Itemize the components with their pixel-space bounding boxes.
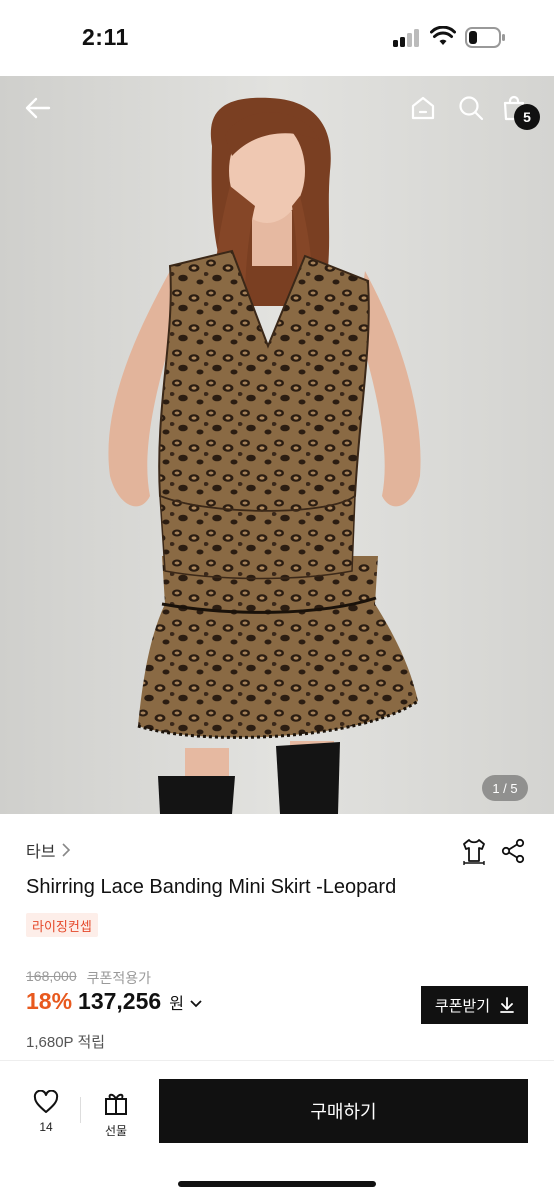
buy-button[interactable]: 구매하기 bbox=[159, 1079, 528, 1143]
back-button[interactable] bbox=[20, 90, 56, 126]
product-title: Shirring Lace Banding Mini Skirt -Leopar… bbox=[26, 876, 397, 898]
download-coupon-button[interactable]: 쿠폰받기 bbox=[421, 986, 528, 1024]
wifi-icon bbox=[430, 26, 456, 45]
share-button[interactable] bbox=[498, 836, 528, 866]
like-count: 14 bbox=[39, 1120, 53, 1134]
size-guide-button[interactable] bbox=[459, 836, 489, 866]
product-tag: 라이징컨셉 bbox=[26, 913, 98, 937]
brand-link[interactable]: 타브 bbox=[26, 838, 71, 862]
chevron-right-icon bbox=[62, 843, 71, 857]
battery-low-icon bbox=[465, 27, 505, 48]
divider bbox=[80, 1097, 81, 1123]
home-icon bbox=[411, 96, 435, 120]
sale-price: 137,256 bbox=[78, 988, 162, 1014]
gift-button[interactable]: 선물 bbox=[96, 1090, 136, 1139]
arrow-left-icon bbox=[25, 97, 51, 119]
home-button[interactable] bbox=[405, 90, 441, 126]
download-icon bbox=[500, 997, 514, 1013]
search-button[interactable] bbox=[453, 90, 489, 126]
currency: 원 bbox=[169, 996, 184, 1013]
product-image-gallery[interactable] bbox=[0, 76, 554, 814]
tshirt-measure-icon bbox=[463, 839, 485, 865]
price-row[interactable]: 18% 137,256 원 bbox=[26, 988, 202, 1015]
coupon-button-label: 쿠폰받기 bbox=[434, 997, 491, 1015]
reward-points: 1,680P 적립 bbox=[26, 1034, 106, 1051]
gift-icon bbox=[105, 1093, 127, 1115]
chevron-down-icon bbox=[190, 1000, 202, 1008]
discount-rate: 18% bbox=[26, 988, 73, 1014]
brand-name: 타브 bbox=[26, 844, 56, 861]
status-bar: 2:11 bbox=[0, 0, 554, 76]
original-price-row: 168,000 쿠폰적용가 bbox=[26, 968, 151, 988]
home-indicator bbox=[178, 1181, 376, 1187]
coupon-applied-label: 쿠폰적용가 bbox=[86, 970, 152, 986]
product-photo bbox=[0, 76, 554, 814]
gift-label: 선물 bbox=[104, 1124, 128, 1138]
heart-icon bbox=[33, 1090, 59, 1113]
share-icon bbox=[501, 838, 525, 864]
image-counter: 1 / 5 bbox=[482, 775, 528, 801]
like-button[interactable]: 14 bbox=[26, 1090, 66, 1134]
cellular-signal-icon bbox=[393, 29, 423, 47]
original-price: 168,000 bbox=[26, 968, 77, 984]
status-time: 2:11 bbox=[82, 24, 129, 50]
cart-count-badge: 5 bbox=[514, 104, 540, 130]
search-icon bbox=[459, 96, 484, 121]
